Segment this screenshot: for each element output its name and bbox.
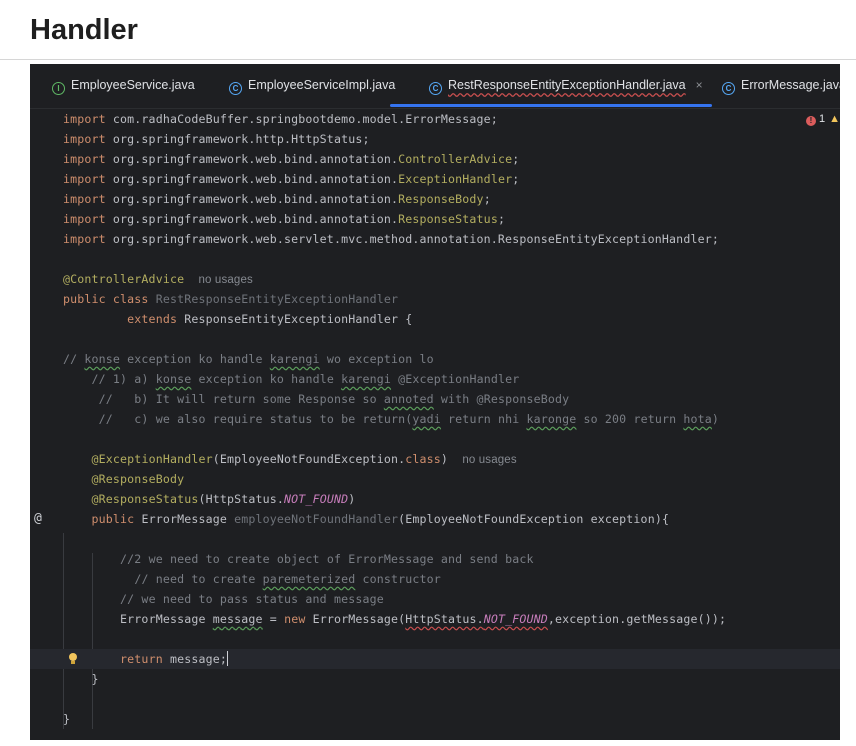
- ide-editor-window: I EmployeeService.java C EmployeeServiceIm…: [30, 64, 840, 740]
- tab-employee-service-impl[interactable]: C EmployeeServiceImpl.java: [229, 78, 395, 102]
- code-editor[interactable]: import com.radhaCodeBuffer.springbootdem…: [30, 109, 840, 740]
- code-line-extends: extends ResponseEntityExceptionHandler {: [127, 312, 413, 326]
- code-line-comment-1: // konse exception ko handle karengi wo …: [63, 352, 434, 366]
- code-line-3: import org.springframework.web.bind.anno…: [63, 152, 520, 166]
- active-tab-indicator: [390, 104, 712, 107]
- lightbulb-icon[interactable]: [68, 653, 78, 665]
- code-line-comment-6: // need to create paremeterized construc…: [134, 572, 441, 586]
- class-icon: C: [722, 82, 735, 95]
- code-line-response-status: @ResponseStatus(HttpStatus.NOT_FOUND): [91, 492, 356, 506]
- code-line-close-class: }: [63, 712, 71, 726]
- code-line-controller-advice: @ControllerAdvice no usages: [63, 272, 253, 286]
- code-line-close-method: }: [91, 672, 99, 686]
- code-line-return: return message;: [30, 649, 840, 669]
- tab-employee-service[interactable]: I EmployeeService.java: [52, 78, 195, 102]
- code-line-method-decl: public ErrorMessage employeeNotFoundHand…: [91, 512, 670, 526]
- code-line-4: import org.springframework.web.bind.anno…: [63, 172, 520, 186]
- page-heading: Handler: [30, 14, 138, 46]
- code-line-comment-4: // c) we also require status to be retur…: [98, 412, 720, 426]
- code-line-comment-3: // b) It will return some Response so an…: [98, 392, 570, 406]
- heading-divider: [0, 59, 856, 60]
- page-bottom-strip: [0, 740, 856, 746]
- code-line-comment-2: // 1) a) konse exception ko handle karen…: [91, 372, 520, 386]
- interface-icon: I: [52, 82, 65, 95]
- tab-error-message[interactable]: C ErrorMessage.java: [722, 78, 840, 102]
- code-line-exception-handler: @ExceptionHandler(EmployeeNotFoundExcept…: [91, 452, 517, 466]
- code-line-7: import org.springframework.web.servlet.m…: [63, 232, 719, 246]
- close-tab-icon[interactable]: ×: [696, 78, 703, 92]
- code-line-comment-7: // we need to pass status and message: [120, 592, 384, 606]
- class-icon: C: [429, 82, 442, 95]
- code-line-5: import org.springframework.web.bind.anno…: [63, 192, 491, 206]
- editor-tab-bar: I EmployeeService.java C EmployeeServiceIm…: [30, 64, 840, 109]
- implements-gutter-icon[interactable]: @: [34, 509, 42, 529]
- code-line-1: import com.radhaCodeBuffer.springbootdem…: [63, 112, 498, 126]
- tab-rest-response-handler[interactable]: C RestResponseEntityExceptionHandler.java…: [429, 78, 703, 102]
- code-line-6: import org.springframework.web.bind.anno…: [63, 212, 506, 226]
- text-cursor: [227, 651, 228, 666]
- code-line-2: import org.springframework.http.HttpStat…: [63, 132, 370, 146]
- code-line-comment-5: //2 we need to create object of ErrorMes…: [120, 552, 534, 566]
- code-line-class-decl: public class RestResponseEntityException…: [63, 292, 399, 306]
- code-line-response-body: @ResponseBody: [91, 472, 185, 486]
- code-line-declaration: ErrorMessage message = new ErrorMessage(…: [120, 612, 727, 626]
- class-icon: C: [229, 82, 242, 95]
